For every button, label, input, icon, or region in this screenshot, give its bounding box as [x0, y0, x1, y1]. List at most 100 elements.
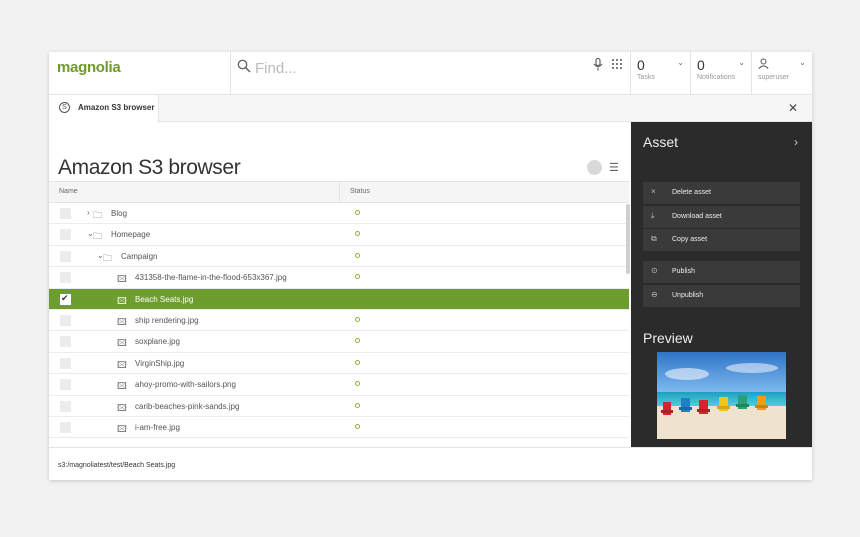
table-row[interactable]: 🖾 431358-the-flame-in-the-flood-653x367.j… — [49, 267, 629, 289]
table-row[interactable]: 🖾 soxplane.jpg — [49, 331, 629, 353]
row-checkbox[interactable] — [60, 208, 71, 219]
chevron-down-icon: ⌄ — [799, 58, 806, 67]
action-label: Publish — [672, 268, 695, 275]
image-icon: 🖾 — [117, 381, 127, 392]
column-header-status[interactable]: Status — [350, 188, 370, 195]
grid-header: Name Status — [49, 181, 629, 203]
action-label: Delete asset — [672, 189, 711, 196]
image-icon: 🖾 — [117, 359, 127, 370]
row-name: i-am-free.jpg — [135, 422, 180, 432]
magnolia-logo[interactable]: magnolia — [57, 59, 121, 76]
row-checkbox[interactable] — [60, 293, 71, 305]
status-indicator — [355, 274, 360, 280]
asset-grid: Name Status › 🗀 Blog ⌄ 🗀 Homepage ⌄ 🗀 Campaign 🖾 4… — [49, 181, 629, 439]
tab-bar: S Amazon S3 browser ✕ — [49, 95, 812, 123]
folder-icon: 🗀 — [93, 210, 103, 220]
row-name: VirginShip.jpg — [135, 358, 185, 368]
action-bar-title: Asset — [643, 134, 679, 150]
table-row[interactable]: 🖾 VirginShip.jpg — [49, 353, 629, 375]
row-name: ahoy-promo-with-sailors.png — [135, 380, 236, 390]
row-checkbox[interactable] — [60, 400, 71, 412]
action-delete-asset[interactable]: × Delete asset — [643, 182, 800, 204]
action-bar: Asset › × Delete asset ⤓ Download asset ⧉ Cop… — [631, 122, 812, 447]
image-icon: 🖾 — [117, 274, 127, 285]
status-indicator — [355, 316, 360, 322]
image-icon: 🖾 — [117, 316, 127, 327]
table-row[interactable]: 🖾 carib-beaches-pink-sands.jpg — [49, 396, 629, 417]
table-row[interactable]: ⌄ 🗀 Campaign — [49, 246, 629, 268]
unpublish-icon: ⊖ — [651, 289, 658, 299]
search-box[interactable] — [237, 57, 587, 79]
selected-item-path: s3:/magnoliatest/test/Beach Seats.jpg — [58, 462, 176, 469]
action-publish[interactable]: ⊙ Publish — [643, 261, 800, 283]
tasks-count: 0 — [637, 57, 645, 73]
scrollbar[interactable] — [626, 204, 630, 274]
notifications-count: 0 — [697, 57, 705, 73]
chevron-right-icon[interactable]: › — [794, 135, 798, 149]
divider — [339, 182, 340, 203]
divider — [230, 52, 231, 95]
chevron-down-icon: ⌄ — [677, 58, 684, 67]
row-name: 431358-the-flame-in-the-flood-653x367.jp… — [135, 273, 287, 283]
user-icon — [758, 58, 769, 69]
user-menu[interactable]: superuser ⌄ — [751, 52, 812, 95]
tasks-label: Tasks — [637, 74, 655, 81]
action-group-edit: × Delete asset ⤓ Download asset ⧉ Copy asset — [643, 182, 800, 253]
table-row[interactable]: › 🗀 Blog — [49, 203, 629, 225]
user-label: superuser — [758, 74, 790, 81]
app-icon: S — [59, 102, 70, 113]
notifications-label: Notifications — [697, 74, 736, 81]
action-download-asset[interactable]: ⤓ Download asset — [643, 205, 800, 228]
image-icon: 🖾 — [117, 402, 127, 413]
table-row[interactable]: ⌄ 🗀 Homepage — [49, 224, 629, 246]
asset-preview-image — [657, 352, 786, 439]
table-row[interactable]: 🖾 ship rendering.jpg — [49, 310, 629, 332]
status-indicator — [355, 338, 360, 344]
tasks-indicator[interactable]: 0 Tasks ⌄ — [630, 52, 690, 95]
row-checkbox[interactable] — [60, 272, 71, 284]
folder-icon: 🗀 — [93, 231, 103, 242]
app-launcher-icon[interactable] — [611, 58, 623, 70]
table-row[interactable]: 🖾 Beach Seats.jpg — [49, 288, 629, 310]
status-indicator — [355, 210, 360, 215]
image-icon: 🖾 — [117, 423, 127, 434]
download-icon: ⤓ — [651, 210, 655, 220]
notifications-indicator[interactable]: 0 Notifications ⌄ — [690, 52, 751, 95]
list-view-icon[interactable]: ☰ — [609, 161, 619, 174]
tab-amazon-s3-browser[interactable]: S Amazon S3 browser — [49, 95, 159, 123]
page-title: Amazon S3 browser — [58, 156, 241, 179]
preview-title: Preview — [643, 330, 693, 346]
search-input[interactable] — [255, 57, 575, 79]
row-checkbox[interactable] — [60, 314, 71, 326]
status-bar: s3:/magnoliatest/test/Beach Seats.jpg — [49, 447, 812, 480]
status-indicator — [355, 381, 360, 387]
status-indicator — [355, 402, 360, 408]
row-name: soxplane.jpg — [135, 337, 180, 347]
row-checkbox[interactable] — [60, 379, 71, 391]
status-indicator — [355, 252, 360, 258]
action-label: Copy asset — [672, 236, 708, 243]
tree-view-icon[interactable] — [587, 160, 602, 175]
tab-label: Amazon S3 browser — [78, 103, 155, 112]
row-checkbox[interactable] — [60, 229, 71, 241]
row-checkbox[interactable] — [60, 357, 71, 369]
row-name: ship rendering.jpg — [135, 315, 199, 325]
column-header-name[interactable]: Name — [59, 188, 78, 195]
image-icon: 🖾 — [117, 295, 127, 306]
expand-toggle-icon[interactable]: › — [87, 208, 90, 217]
row-checkbox[interactable] — [60, 421, 71, 433]
microphone-icon[interactable] — [593, 58, 603, 71]
table-row[interactable]: 🖾 i-am-free.jpg — [49, 417, 629, 439]
row-checkbox[interactable] — [60, 336, 71, 348]
action-label: Download asset — [672, 212, 722, 220]
row-checkbox[interactable] — [60, 250, 71, 262]
action-unpublish[interactable]: ⊖ Unpublish — [643, 284, 800, 307]
main-content: Amazon S3 browser ☰ Name Status › 🗀 Blog ⌄ 🗀… — [49, 122, 631, 447]
search-icon — [237, 59, 251, 73]
row-name: Beach Seats.jpg — [135, 294, 194, 304]
close-icon[interactable]: ✕ — [788, 101, 798, 115]
folder-icon: 🗀 — [103, 252, 113, 263]
publish-icon: ⊙ — [651, 266, 658, 275]
table-row[interactable]: 🖾 ahoy-promo-with-sailors.png — [49, 374, 629, 396]
action-copy-asset[interactable]: ⧉ Copy asset — [643, 229, 800, 251]
